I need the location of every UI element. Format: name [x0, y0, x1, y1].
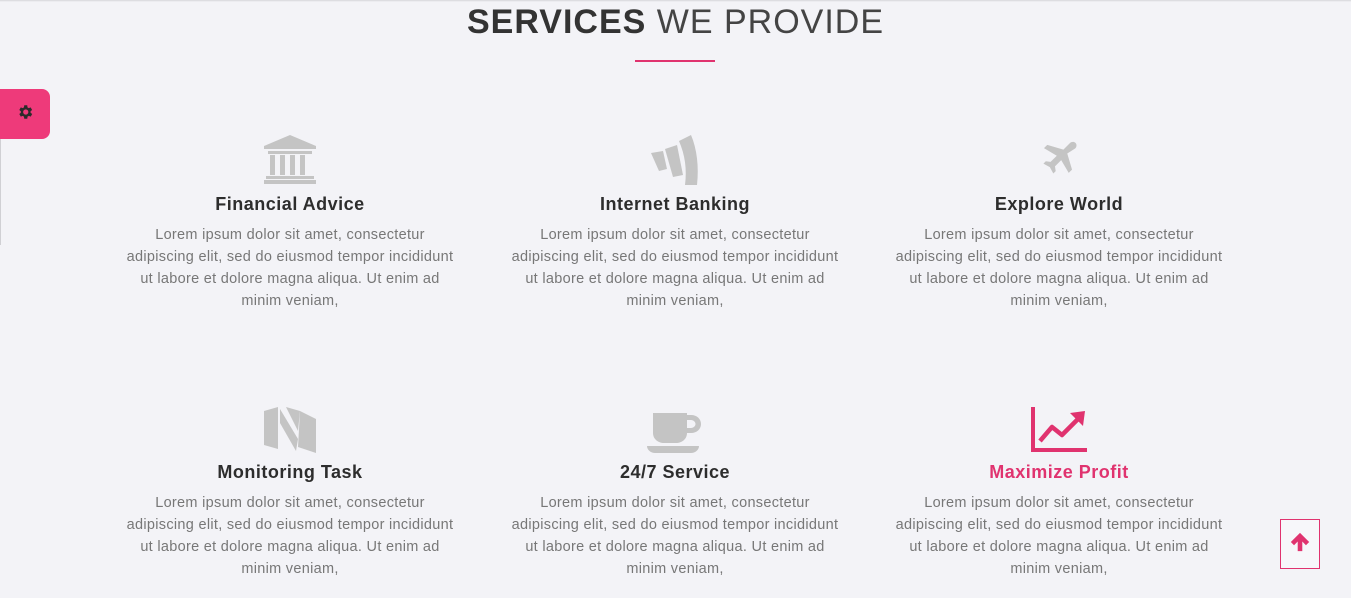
service-description: Lorem ipsum dolor sit amet, consectetur …: [895, 495, 1223, 577]
side-divider: [0, 139, 1, 245]
service-description: Lorem ipsum dolor sit amet, consectetur …: [511, 495, 839, 577]
plane-icon: [1029, 133, 1089, 185]
section-title-light: WE PROVIDE: [656, 3, 885, 41]
service-title: Maximize Profit: [989, 462, 1129, 482]
service-description: Lorem ipsum dolor sit amet, consectetur …: [895, 227, 1223, 309]
section-title: SERVICES WE PROVIDE: [0, 2, 1351, 42]
coffee-cup-icon: [645, 401, 705, 453]
service-description: Lorem ipsum dolor sit amet, consectetur …: [126, 495, 454, 577]
settings-toggle-button[interactable]: [0, 89, 50, 139]
service-description: Lorem ipsum dolor sit amet, consectetur …: [511, 227, 839, 309]
section-title-bold: SERVICES: [466, 3, 647, 41]
line-chart-icon: [1029, 401, 1089, 453]
service-title: Explore World: [994, 194, 1124, 214]
medium-icon: [260, 401, 320, 453]
service-title: Financial Advice: [215, 194, 365, 214]
title-underline: [635, 60, 715, 62]
service-title: Internet Banking: [599, 194, 750, 214]
wunderlist-icon: [645, 133, 705, 185]
arrow-up-icon: [1289, 531, 1311, 558]
service-description: Lorem ipsum dolor sit amet, consectetur …: [126, 227, 454, 309]
back-to-top-button[interactable]: [1280, 519, 1320, 569]
service-title: 24/7 Service: [619, 462, 731, 482]
service-title: Monitoring Task: [217, 462, 363, 482]
gear-icon: [16, 103, 34, 126]
bank-icon: [260, 133, 320, 185]
